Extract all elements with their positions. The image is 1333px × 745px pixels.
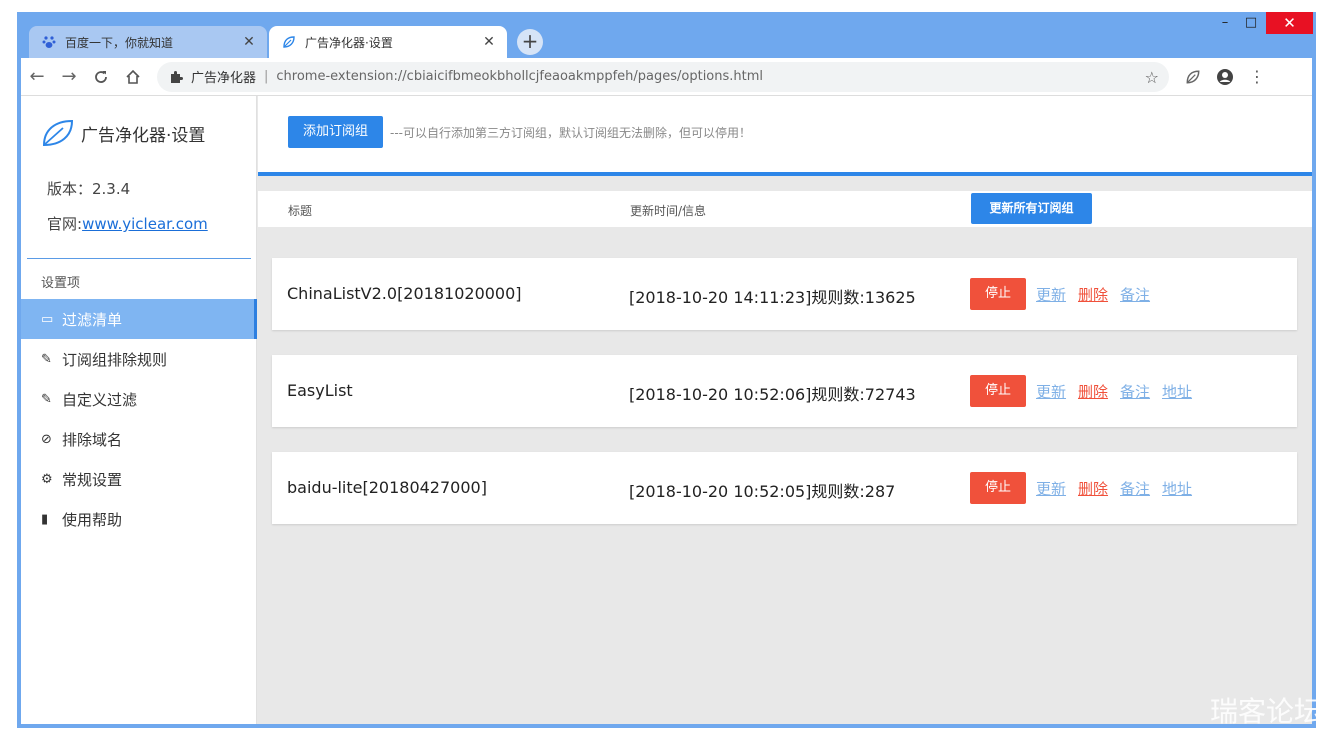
watermark: 瑞客论坛	[1210, 695, 1323, 728]
options-page: 广告净化器·设置 版本：2.3.4 官网:www.yiclear.com 设置项…	[21, 96, 1312, 724]
row-title: ChinaListV2.0[20181020000]	[287, 284, 522, 303]
subscription-row: EasyList [2018-10-20 10:52:06]规则数:72743 停止…	[272, 355, 1297, 427]
row-update-info: [2018-10-20 14:11:23]规则数:13625	[629, 288, 916, 307]
menu-kebab-icon[interactable]: ⋮	[1241, 61, 1273, 93]
update-link[interactable]: 更新	[1036, 381, 1066, 402]
new-tab-button[interactable]: +	[517, 29, 543, 55]
subscription-row: ChinaListV2.0[20181020000] [2018-10-20 14…	[272, 258, 1297, 330]
url-separator: |	[264, 69, 269, 84]
tab-title: 广告净化器·设置	[305, 35, 393, 50]
tab-options[interactable]: 广告净化器·设置 ✕	[269, 26, 507, 58]
pencil-icon: ✎	[41, 351, 52, 367]
sidebar-item-3[interactable]: ⊘ 排除域名	[21, 419, 257, 459]
sidebar-item-0[interactable]: ▭ 过滤清单	[21, 299, 257, 339]
add-hint-text: ---可以自行添加第三方订阅组，默认订阅组无法删除，但可以停用！	[390, 126, 751, 140]
reload-button[interactable]	[85, 61, 117, 93]
forward-button[interactable]: →	[53, 61, 85, 93]
update-link[interactable]: 更新	[1036, 284, 1066, 305]
leaf-logo-icon	[42, 119, 74, 147]
sidebar-item-5[interactable]: ▮ 使用帮助	[21, 499, 257, 539]
gears-icon: ⚙	[41, 471, 53, 487]
list-icon: ▭	[41, 311, 54, 327]
version-text: 版本：2.3.4	[47, 180, 131, 198]
tab-close-icon[interactable]: ✕	[477, 34, 501, 50]
sidebar: 广告净化器·设置 版本：2.3.4 官网:www.yiclear.com 设置项…	[21, 96, 257, 724]
stop-button[interactable]: 停止	[970, 375, 1026, 407]
leaf-icon	[281, 34, 297, 50]
top-action-bar: 添加订阅组 ---可以自行添加第三方订阅组，默认订阅组无法删除，但可以停用！	[258, 96, 1312, 176]
browser-window: 百度一下，你就知道 ✕ 广告净化器·设置 ✕ + – □ ✕ ← → 广告净化器…	[17, 12, 1316, 728]
delete-link[interactable]: 删除	[1078, 478, 1108, 499]
note-link[interactable]: 备注	[1120, 284, 1150, 305]
pencil-icon: ✎	[41, 391, 52, 407]
subscription-row: baidu-lite[20180427000] [2018-10-20 10:52…	[272, 452, 1297, 524]
brand-title: 广告净化器·设置	[81, 125, 206, 146]
sidebar-item-label: 常规设置	[62, 470, 123, 489]
note-link[interactable]: 备注	[1120, 478, 1150, 499]
sidebar-divider	[27, 258, 251, 259]
website: 官网:www.yiclear.com	[47, 213, 208, 234]
sidebar-item-label: 排除域名	[62, 430, 123, 449]
tab-title: 百度一下，你就知道	[65, 35, 174, 50]
table-header: 标题 更新时间/信息 更新所有订阅组	[258, 191, 1312, 227]
back-button[interactable]: ←	[21, 61, 53, 93]
sidebar-item-label: 订阅组排除规则	[62, 350, 168, 369]
home-button[interactable]	[117, 61, 149, 93]
book-icon: ▮	[41, 511, 49, 527]
section-title: 设置项	[41, 276, 81, 291]
brand: 广告净化器·设置	[41, 118, 205, 148]
reload-icon	[95, 70, 107, 83]
sidebar-item-2[interactable]: ✎ 自定义过滤	[21, 379, 257, 419]
stop-button[interactable]: 停止	[970, 472, 1026, 504]
address-link[interactable]: 地址	[1162, 381, 1192, 402]
account-icon[interactable]	[1209, 61, 1241, 93]
sidebar-item-4[interactable]: ⚙ 常规设置	[21, 459, 257, 499]
maximize-button[interactable]: □	[1239, 12, 1263, 34]
sidebar-item-label: 自定义过滤	[62, 390, 138, 409]
puzzle-icon	[171, 70, 183, 83]
leaf-extension-icon[interactable]	[1177, 61, 1209, 93]
baidu-paw-icon	[41, 34, 57, 50]
delete-link[interactable]: 删除	[1078, 381, 1108, 402]
url-text[interactable]: chrome-extension://cbiaicifbmeokbhollcjf…	[276, 69, 763, 84]
address-bar[interactable]: 广告净化器 | chrome-extension://cbiaicifbmeok…	[157, 61, 1169, 92]
tab-baidu[interactable]: 百度一下，你就知道 ✕	[29, 26, 267, 58]
column-update: 更新时间/信息	[630, 204, 707, 218]
browser-toolbar: ← → 广告净化器 | chrome-extension://cbiaicifb…	[21, 58, 1312, 96]
update-all-button[interactable]: 更新所有订阅组	[971, 193, 1092, 224]
note-link[interactable]: 备注	[1120, 381, 1150, 402]
close-window-button[interactable]: ✕	[1266, 12, 1313, 34]
address-link[interactable]: 地址	[1162, 478, 1192, 499]
minimize-button[interactable]: –	[1213, 12, 1237, 34]
tab-strip: 百度一下，你就知道 ✕ 广告净化器·设置 ✕ + – □ ✕	[17, 12, 1316, 58]
ban-icon: ⊘	[41, 431, 52, 447]
update-link[interactable]: 更新	[1036, 478, 1066, 499]
row-update-info: [2018-10-20 10:52:05]规则数:287	[629, 482, 896, 501]
row-title: baidu-lite[20180427000]	[287, 478, 487, 497]
sidebar-item-label: 使用帮助	[62, 510, 123, 529]
extension-name: 广告净化器	[191, 71, 257, 86]
row-update-info: [2018-10-20 10:52:06]规则数:72743	[629, 385, 916, 404]
home-icon	[126, 69, 140, 84]
sidebar-menu: ▭ 过滤清单 ✎ 订阅组排除规则 ✎ 自定义过滤 ⊘ 排除域名 ⚙ 常规设置 ▮ 使用帮助	[21, 299, 257, 539]
bookmark-star-icon[interactable]: ☆	[1145, 68, 1159, 87]
row-title: EasyList	[287, 381, 353, 400]
site-link[interactable]: www.yiclear.com	[82, 215, 208, 233]
site-label: 官网:	[47, 215, 83, 233]
tab-close-icon[interactable]: ✕	[237, 34, 261, 50]
column-title: 标题	[288, 204, 313, 218]
sidebar-item-label: 过滤清单	[62, 310, 123, 329]
stop-button[interactable]: 停止	[970, 278, 1026, 310]
add-subscription-button[interactable]: 添加订阅组	[288, 116, 383, 148]
delete-link[interactable]: 删除	[1078, 284, 1108, 305]
sidebar-item-1[interactable]: ✎ 订阅组排除规则	[21, 339, 257, 379]
